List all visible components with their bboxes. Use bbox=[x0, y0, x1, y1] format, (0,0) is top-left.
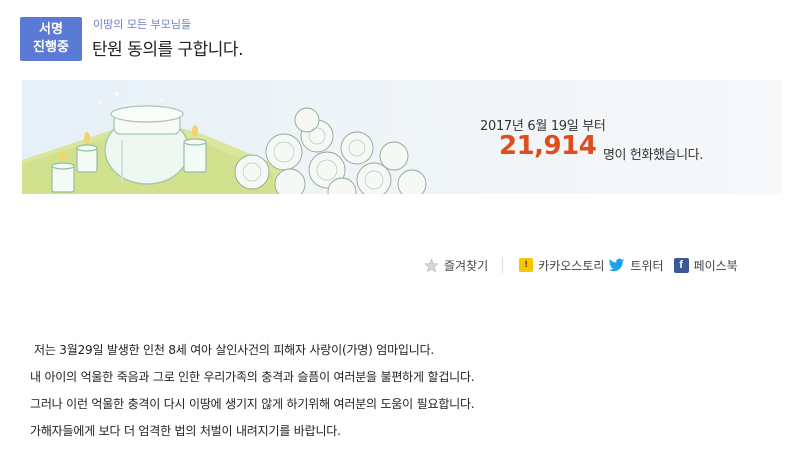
page-title: 탄원 동의를 구합니다. bbox=[92, 40, 243, 60]
share-bar: 즐겨찾기 ! 카카오스토리 트위터 f 페이스북 bbox=[424, 255, 738, 275]
flower-count-suffix: 명이 헌화했습니다. bbox=[603, 148, 703, 163]
memorial-banner bbox=[22, 80, 782, 194]
facebook-icon: f bbox=[673, 257, 689, 273]
urn bbox=[104, 105, 190, 185]
twitter-share-button[interactable]: 트위터 bbox=[608, 257, 664, 274]
chrysanthemums bbox=[234, 107, 427, 194]
twitter-label: 트위터 bbox=[630, 258, 664, 273]
star-icon bbox=[424, 257, 439, 273]
body-paragraph: 내 아이의 억울한 죽음과 그로 인한 우리가족의 충격과 슬픔이 여러분을 불… bbox=[30, 370, 475, 384]
kakaostory-label: 카카오스토리 bbox=[538, 258, 605, 273]
status-badge: 서명 진행중 bbox=[20, 17, 82, 61]
memorial-illustration bbox=[22, 86, 427, 194]
flower-count: 21,914 bbox=[499, 131, 597, 161]
page-subtitle: 이땅의 모든 부모님들 bbox=[93, 18, 192, 31]
twitter-icon bbox=[608, 258, 625, 273]
share-divider bbox=[502, 257, 504, 273]
facebook-share-button[interactable]: f 페이스북 bbox=[673, 257, 738, 274]
kakaostory-icon: ! bbox=[519, 258, 534, 272]
facebook-label: 페이스북 bbox=[693, 258, 738, 273]
body-paragraph: 저는 3월29일 발생한 인천 8세 여아 살인사건의 피해자 사랑이(가명) … bbox=[34, 343, 435, 357]
status-badge-line1: 서명 bbox=[39, 22, 63, 37]
kakaostory-share-button[interactable]: ! 카카오스토리 bbox=[519, 257, 604, 274]
petition-body: 저는 3월29일 발생한 인천 8세 여아 살인사건의 피해자 사랑이(가명) … bbox=[30, 342, 475, 450]
bookmark-label: 즐겨찾기 bbox=[444, 258, 489, 273]
body-paragraph: 가해자들에게 보다 더 엄격한 법의 처벌이 내려지기를 바랍니다. bbox=[30, 424, 341, 438]
bookmark-button[interactable]: 즐겨찾기 bbox=[424, 257, 488, 274]
body-paragraph: 그러나 이런 억울한 충격이 다시 이땅에 생기지 않게 하기위해 여러분의 도… bbox=[30, 397, 475, 411]
status-badge-line2: 진행중 bbox=[33, 40, 69, 55]
